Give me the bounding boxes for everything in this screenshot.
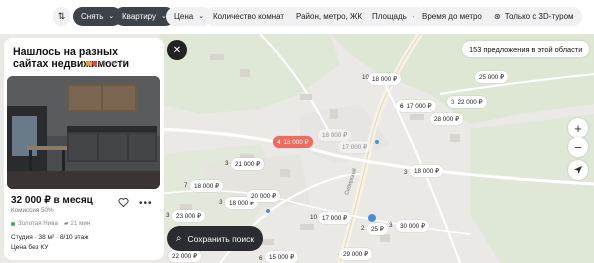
- cluster-number[interactable]: 3: [219, 199, 223, 206]
- listing-panel: Нашлось на разных сайтах недвижимости + …: [4, 38, 164, 260]
- offers-count-text: 153 предложения в этой области: [469, 44, 583, 54]
- marker-price: 20 000 ₽: [251, 192, 277, 200]
- cluster-number[interactable]: 3: [404, 169, 408, 176]
- listing-details: Студия · 38 м² · 8/10 этаж: [11, 234, 89, 241]
- car-icon: ▰: [63, 221, 69, 227]
- marker-price: 23 000 ₽: [176, 212, 202, 220]
- marker-price: 18 000 ₽: [322, 131, 348, 139]
- price-marker[interactable]: 29 000 ₽: [339, 248, 373, 260]
- marker-price: 18 000 ₽: [372, 75, 398, 83]
- marker-count: 3: [451, 98, 455, 106]
- price-marker[interactable]: 20 000 ₽: [247, 190, 281, 202]
- price-marker[interactable]: 18 000 ₽: [318, 129, 352, 141]
- filters-settings-button[interactable]: ⇅: [53, 7, 70, 26]
- marker-count: 4: [277, 138, 281, 146]
- area-filter-label: Район, метро, ЖК: [296, 12, 363, 21]
- locate-me-button[interactable]: [568, 160, 588, 180]
- site-logo-icon: [86, 60, 91, 66]
- marker-price: 22 000 ₽: [457, 98, 483, 106]
- offers-count-badge: 153 предложения в этой области: [462, 41, 590, 57]
- chevron-down-icon: ⌄: [198, 13, 205, 20]
- marker-price: 17 000 ₽: [406, 102, 432, 110]
- metro-station: Золотая Нива: [18, 220, 58, 227]
- square-filter-label: Площадь: [372, 12, 407, 21]
- marker-price: 18 000 ₽: [283, 138, 309, 146]
- source-sites[interactable]: + 9 ещё 23: [86, 60, 126, 66]
- favorite-heart-icon[interactable]: [118, 197, 129, 208]
- cluster-number[interactable]: 3: [389, 222, 393, 229]
- metro-time: 21 мин: [70, 220, 91, 227]
- price-marker[interactable]: 25 ₽: [367, 223, 388, 235]
- marker-price: 29 000 ₽: [343, 250, 369, 258]
- save-search-label: Сохранить поиск: [187, 233, 255, 244]
- cluster-number[interactable]: 7: [184, 182, 188, 189]
- source-sites-text: + 9 ещё 23: [98, 60, 126, 66]
- plus-icon: +: [574, 120, 582, 136]
- price-marker[interactable]: 21 000 ₽: [231, 158, 265, 170]
- price-marker[interactable]: 18 000 ₽: [368, 73, 402, 85]
- 3d-tour-icon: ⊛: [494, 12, 501, 21]
- kitchen-photo-image: [7, 76, 160, 189]
- search-icon: ⌕: [175, 233, 182, 244]
- close-panel-button[interactable]: ✕: [167, 40, 187, 60]
- close-icon: ✕: [172, 44, 182, 56]
- filter-bar: ⇅ Снять ⌄ Квартиру ⌄ Цена ⌄ Количество к…: [0, 0, 594, 34]
- cluster-number[interactable]: 3: [225, 160, 229, 167]
- price-marker[interactable]: 18 000 ₽: [410, 165, 444, 177]
- marker-price: 18 000 ₽: [194, 182, 220, 190]
- marker-price: 18 000 ₽: [414, 167, 440, 175]
- price-marker[interactable]: 30 000 ₽: [396, 220, 430, 232]
- marker-price: 22 000 ₽: [172, 252, 198, 260]
- more-options-icon[interactable]: •••: [139, 198, 153, 209]
- cluster-number[interactable]: 10: [310, 214, 317, 221]
- price-marker[interactable]: 3 22 000 ₽: [447, 96, 487, 108]
- price-filter-label: Цена: [174, 12, 194, 21]
- zoom-in-button[interactable]: +: [568, 118, 588, 138]
- navigation-arrow-icon: [574, 166, 582, 174]
- listing-ku: Цена без КУ: [11, 244, 49, 251]
- marker-price: 21 000 ₽: [235, 160, 261, 168]
- price-marker[interactable]: 18 000 ₽: [190, 180, 224, 192]
- cluster-number[interactable]: 3: [166, 212, 170, 219]
- marker-price: 28 000 ₽: [434, 115, 460, 123]
- listing-photo[interactable]: [7, 76, 160, 189]
- price-marker[interactable]: 15 000 ₽: [265, 251, 299, 263]
- marker-price: 25 000 ₽: [479, 73, 505, 81]
- price-marker[interactable]: 17 000 ₽: [318, 212, 352, 224]
- site-logo-icon: [92, 60, 97, 66]
- listing-metro: Золотая Нива ▰ 21 мин: [11, 220, 90, 227]
- price-marker[interactable]: 23 000 ₽: [172, 210, 206, 222]
- minus-icon: −: [574, 139, 582, 155]
- marker-price: 30 000 ₽: [400, 222, 426, 230]
- price-marker[interactable]: 28 000 ₽: [430, 113, 464, 125]
- price-marker[interactable]: 25 000 ₽: [475, 71, 509, 83]
- marker-price: 17 000 ₽: [322, 214, 348, 222]
- listing-commission: Комиссия 50%: [11, 207, 54, 214]
- cluster-number[interactable]: 2: [361, 225, 365, 232]
- property-type-label: Квартиру: [122, 12, 157, 21]
- price-marker-active[interactable]: 4 18 000 ₽: [273, 136, 313, 148]
- metro-line-icon: [11, 221, 15, 226]
- metro-time-filter-label: Время до метро: [422, 12, 482, 21]
- 3d-tour-toggle[interactable]: ⊛ Только с 3D-туром: [486, 7, 582, 26]
- price-marker[interactable]: 17 000 ₽: [338, 141, 372, 153]
- cluster-number[interactable]: 6: [259, 255, 263, 262]
- cluster-number[interactable]: 6: [400, 103, 404, 110]
- rent-select-label: Снять: [81, 12, 104, 21]
- sliders-icon: ⇅: [57, 11, 66, 21]
- marker-price: 17 000 ₽: [342, 143, 368, 151]
- listing-price: 32 000 ₽ в месяц: [11, 195, 93, 206]
- marker-price: 15 000 ₽: [269, 253, 295, 261]
- zoom-out-button[interactable]: −: [568, 137, 588, 157]
- price-marker[interactable]: 22 000 ₽: [168, 250, 202, 262]
- panel-title: Нашлось на разных сайтах недвижимости: [13, 46, 130, 70]
- save-search-button[interactable]: ⌕ Сохранить поиск: [167, 226, 263, 251]
- 3d-tour-label: Только с 3D-туром: [504, 12, 574, 21]
- marker-price: 25 ₽: [371, 225, 384, 233]
- rooms-filter-label: Количество комнат: [213, 12, 285, 21]
